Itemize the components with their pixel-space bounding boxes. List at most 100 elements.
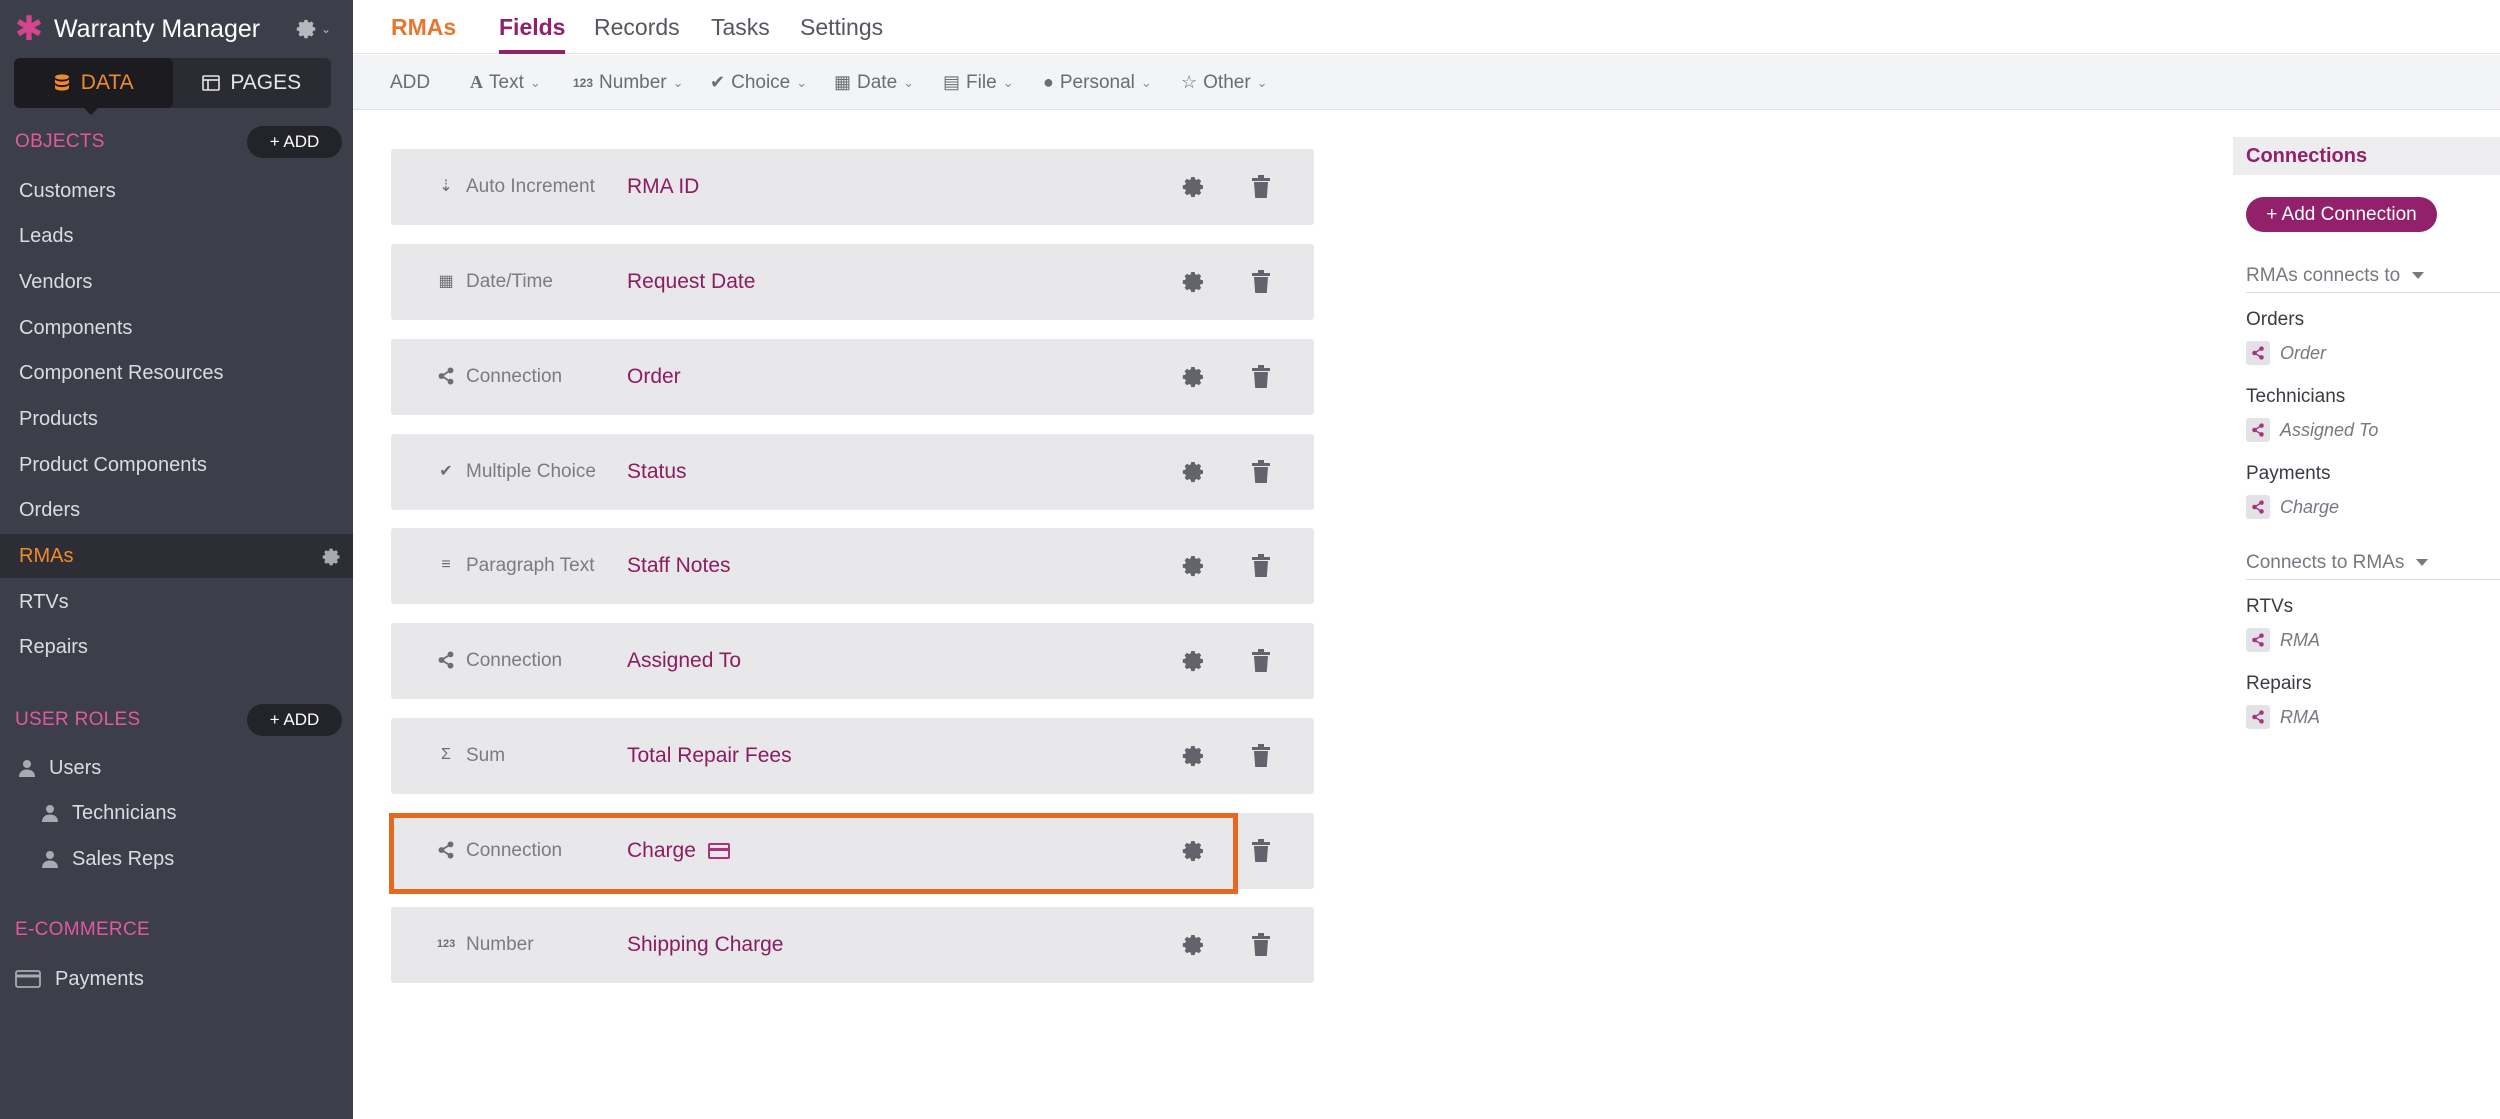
app-logo-icon: ✱: [14, 10, 44, 48]
field-type: Multiple Choice: [466, 461, 596, 482]
sidebar-item-rtvs[interactable]: RTVs: [0, 580, 353, 624]
ecommerce-heading: E-COMMERCE: [15, 919, 150, 940]
paragraph-icon: ≡: [441, 556, 451, 573]
add-personal-field-button[interactable]: ● Personal ⌄: [1043, 55, 1152, 110]
connections-heading: Connections: [2233, 137, 2500, 175]
add-number-field-button[interactable]: 123 Number ⌄: [573, 55, 684, 110]
sidebar-item-products[interactable]: Products: [0, 397, 353, 441]
add-personal-label: Personal: [1059, 71, 1135, 93]
sidebar-item-users[interactable]: Users: [19, 748, 101, 788]
field-row[interactable]: 123 Number Shipping Charge: [391, 907, 1314, 983]
trash-icon[interactable]: [1251, 744, 1271, 768]
gear-icon[interactable]: [1182, 744, 1206, 768]
sidebar-item-payments[interactable]: Payments: [15, 959, 144, 999]
add-date-field-button[interactable]: ▦ Date ⌄: [834, 55, 914, 110]
trash-icon[interactable]: [1251, 270, 1271, 294]
file-icon: ▤: [943, 72, 961, 92]
tab-settings[interactable]: Settings: [800, 0, 883, 54]
connection-icon: [438, 367, 454, 385]
sidebar-item-rmas[interactable]: RMAs: [0, 534, 353, 578]
sidebar-item-label: Payments: [55, 967, 144, 990]
connection-link[interactable]: RMA: [2246, 704, 2320, 730]
gear-icon[interactable]: [1182, 460, 1206, 484]
add-text-field-button[interactable]: A Text ⌄: [470, 55, 541, 110]
connection-link[interactable]: Assigned To: [2246, 417, 2378, 443]
sidebar-item-technicians[interactable]: Technicians: [42, 793, 177, 833]
field-name[interactable]: Assigned To: [627, 623, 741, 699]
field-row[interactable]: Σ Sum Total Repair Fees: [391, 718, 1314, 794]
field-name[interactable]: Total Repair Fees: [627, 718, 792, 794]
field-name[interactable]: Status: [627, 434, 687, 510]
add-field-toolbar: ADD A Text ⌄ 123 Number ⌄ ✔ Choice ⌄ ▦ D…: [353, 55, 2500, 110]
pages-toggle-button[interactable]: PAGES: [173, 58, 332, 108]
outgoing-connections-dropdown[interactable]: RMAs connects to: [2246, 259, 2500, 293]
field-name-label: Status: [627, 460, 687, 483]
add-connection-button[interactable]: + Add Connection: [2246, 197, 2437, 232]
gear-icon[interactable]: [1182, 270, 1206, 294]
gear-icon[interactable]: [1182, 649, 1206, 673]
field-row[interactable]: ▦ Date/Time Request Date: [391, 244, 1314, 320]
app-settings-button[interactable]: ⌄: [296, 14, 336, 44]
sidebar-item-components[interactable]: Components: [0, 306, 353, 350]
gear-icon[interactable]: [322, 547, 342, 567]
sidebar-item-component-resources[interactable]: Component Resources: [0, 351, 353, 395]
user-roles-heading: USER ROLES: [15, 709, 141, 730]
connection-link[interactable]: RMA: [2246, 627, 2320, 653]
field-name[interactable]: Request Date: [627, 244, 755, 320]
gear-icon[interactable]: [1182, 365, 1206, 389]
trash-icon[interactable]: [1251, 554, 1271, 578]
database-icon: [54, 74, 69, 91]
add-user-role-button[interactable]: + ADD: [247, 704, 342, 736]
add-date-label: Date: [857, 71, 898, 93]
number-icon: 123: [436, 938, 456, 950]
field-name[interactable]: RMA ID: [627, 149, 699, 225]
gear-icon[interactable]: [1182, 175, 1206, 199]
field-row[interactable]: ≡ Paragraph Text Staff Notes: [391, 528, 1314, 604]
field-row[interactable]: ✔ Multiple Choice Status: [391, 434, 1314, 510]
field-row[interactable]: ⇣ Auto Increment RMA ID: [391, 149, 1314, 225]
app-title[interactable]: ✱ Warranty Manager: [14, 12, 260, 46]
trash-icon[interactable]: [1251, 933, 1271, 957]
field-row[interactable]: Connection Order: [391, 339, 1314, 415]
gear-icon[interactable]: [1182, 933, 1206, 957]
incoming-connections-dropdown[interactable]: Connects to RMAs: [2246, 546, 2500, 580]
connection-field-label: Charge: [2280, 496, 2340, 517]
field-row[interactable]: Connection Assigned To: [391, 623, 1314, 699]
sidebar-item-customers[interactable]: Customers: [0, 169, 353, 213]
sum-icon: Σ: [441, 746, 451, 763]
gear-icon[interactable]: [1182, 554, 1206, 578]
add-file-field-button[interactable]: ▤ File ⌄: [943, 55, 1014, 110]
sidebar-item-orders[interactable]: Orders: [0, 488, 353, 532]
chevron-down-icon: ⌄: [903, 74, 915, 90]
field-name[interactable]: Staff Notes: [627, 528, 731, 604]
star-icon: ☆: [1181, 72, 1198, 92]
sidebar-item-leads[interactable]: Leads: [0, 214, 353, 258]
trash-icon[interactable]: [1251, 175, 1271, 199]
sidebar-item-repairs[interactable]: Repairs: [0, 625, 353, 669]
object-title-tab[interactable]: RMAs: [391, 0, 456, 54]
sidebar-item-vendors[interactable]: Vendors: [0, 260, 353, 304]
field-name[interactable]: Order: [627, 339, 681, 415]
incoming-connections-label: Connects to RMAs: [2246, 551, 2405, 573]
person-icon: ●: [1043, 72, 1054, 92]
connection-link[interactable]: Charge: [2246, 494, 2339, 520]
trash-icon[interactable]: [1251, 649, 1271, 673]
data-toggle-button[interactable]: DATA: [14, 58, 173, 108]
top-nav: RMAs Fields Records Tasks Settings: [353, 0, 2500, 54]
sidebar-item-product-components[interactable]: Product Components: [0, 443, 353, 487]
tab-records[interactable]: Records: [594, 0, 680, 54]
sidebar-item-label: Sales Reps: [72, 847, 175, 870]
connection-link[interactable]: Order: [2246, 340, 2326, 366]
trash-icon[interactable]: [1251, 839, 1271, 863]
connected-object: Orders: [2246, 309, 2305, 330]
tab-fields[interactable]: Fields: [499, 0, 566, 54]
add-choice-field-button[interactable]: ✔ Choice ⌄: [710, 55, 807, 110]
add-other-field-button[interactable]: ☆ Other ⌄: [1181, 55, 1268, 110]
add-object-button[interactable]: + ADD: [247, 126, 342, 158]
tab-tasks[interactable]: Tasks: [711, 0, 770, 54]
sidebar-item-label: RMAs: [19, 544, 74, 567]
trash-icon[interactable]: [1251, 365, 1271, 389]
sidebar-item-sales-reps[interactable]: Sales Reps: [42, 839, 174, 879]
trash-icon[interactable]: [1251, 460, 1271, 484]
field-name[interactable]: Shipping Charge: [627, 907, 783, 983]
